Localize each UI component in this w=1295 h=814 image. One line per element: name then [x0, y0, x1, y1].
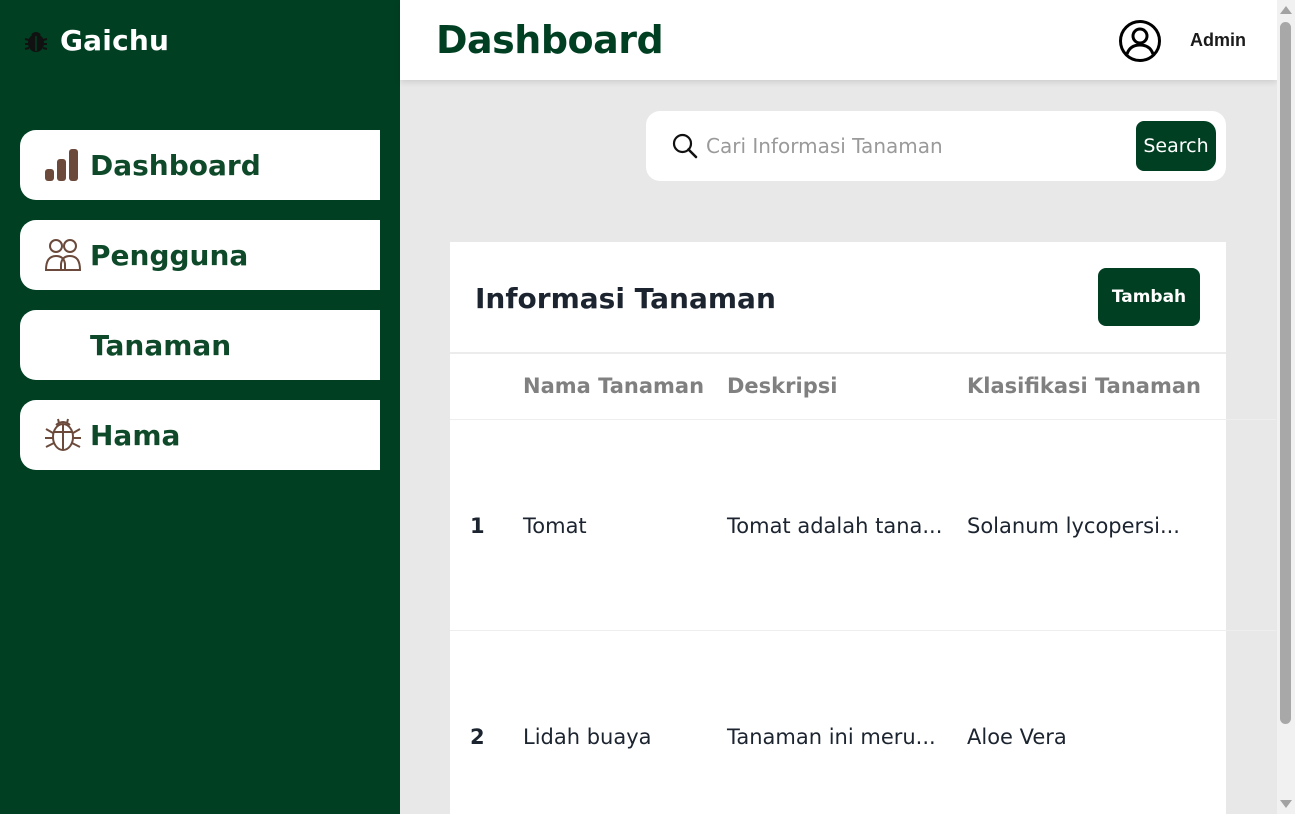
divider: [450, 419, 1276, 420]
card-title: Informasi Tanaman: [475, 282, 776, 315]
user-name[interactable]: Admin: [1190, 30, 1246, 51]
vertical-scrollbar[interactable]: [1277, 0, 1295, 814]
plant-description: Tanaman ini meru...: [727, 725, 936, 749]
brand-name: Gaichu: [60, 24, 170, 57]
row-number: 1: [470, 514, 485, 538]
sidebar-item-hama[interactable]: Hama: [20, 400, 380, 470]
scroll-down-arrow-icon[interactable]: [1280, 800, 1292, 808]
sidebar: Gaichu Dashboard Pengguna Tanaman Hama: [0, 0, 400, 814]
add-button[interactable]: Tambah: [1098, 268, 1200, 326]
search-button[interactable]: Search: [1136, 121, 1216, 171]
sidebar-item-label: Tanaman: [90, 328, 232, 362]
page-title: Dashboard: [436, 18, 664, 62]
user-circle-icon[interactable]: [1118, 19, 1162, 68]
sidebar-item-label: Dashboard: [90, 148, 261, 182]
divider: [450, 352, 1226, 354]
sidebar-item-dashboard[interactable]: Dashboard: [20, 130, 380, 200]
sidebar-item-label: Pengguna: [90, 238, 249, 272]
search-input[interactable]: [706, 127, 1126, 165]
plant-description: Tomat adalah tana...: [727, 514, 943, 538]
scrollbar-thumb[interactable]: [1280, 22, 1291, 724]
divider: [450, 630, 1276, 631]
row-number: 2: [470, 725, 485, 749]
plant-classification: Aloe Vera: [967, 725, 1067, 749]
search-bar: Search: [646, 111, 1226, 181]
bug-icon: [44, 416, 82, 454]
plant-classification: Solanum lycopersi...: [967, 514, 1180, 538]
column-header-classification: Klasifikasi Tanaman: [967, 374, 1201, 398]
plant-info-card: Informasi Tanaman Tambah Nama Tanaman De…: [450, 242, 1276, 814]
bug-icon: [22, 27, 50, 55]
plant-name: Tomat: [523, 514, 587, 538]
bar-chart-icon: [44, 146, 82, 184]
brand[interactable]: Gaichu: [22, 24, 169, 57]
column-header-description: Deskripsi: [727, 374, 838, 398]
users-icon: [44, 236, 82, 274]
plant-name: Lidah buaya: [523, 725, 652, 749]
top-header: Dashboard Admin: [400, 0, 1277, 80]
sidebar-item-tanaman[interactable]: Tanaman: [20, 310, 380, 380]
search-icon: [672, 133, 698, 164]
column-header-name: Nama Tanaman: [523, 374, 705, 398]
scroll-up-arrow-icon[interactable]: [1280, 6, 1292, 14]
sidebar-item-pengguna[interactable]: Pengguna: [20, 220, 380, 290]
sidebar-item-label: Hama: [90, 418, 181, 452]
plant-icon: [44, 326, 82, 364]
